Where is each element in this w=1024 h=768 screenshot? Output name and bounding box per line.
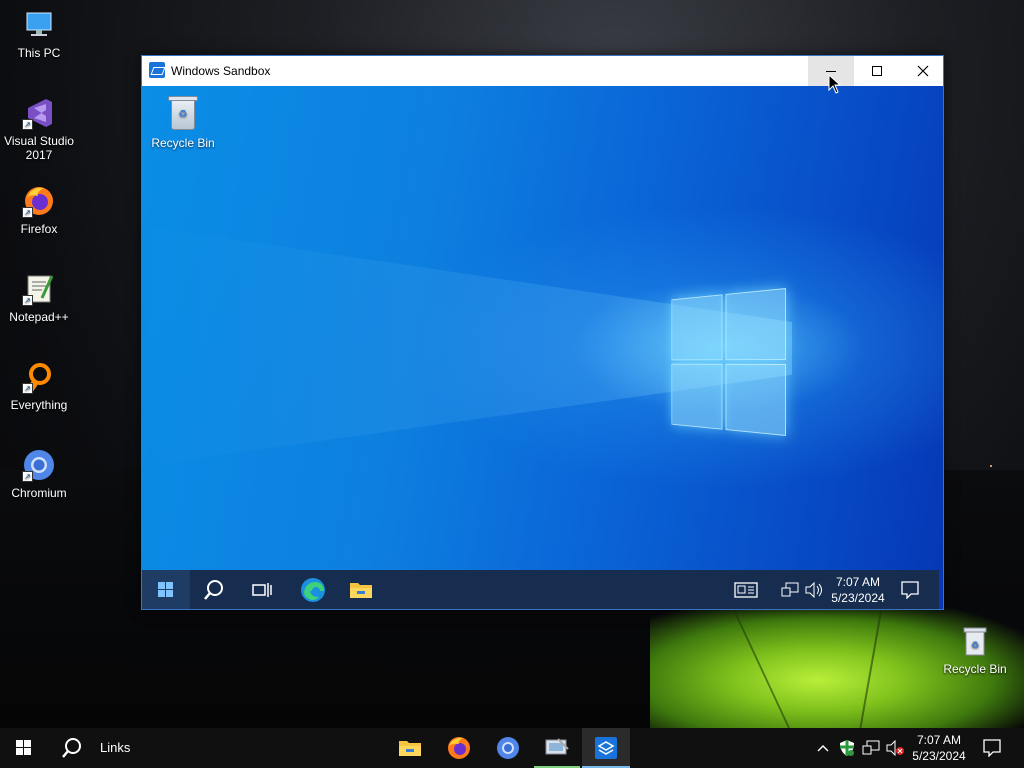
start-button[interactable] <box>0 728 48 768</box>
svg-text:♻: ♻ <box>971 641 979 651</box>
host-time: 7:07 AM <box>916 733 962 747</box>
network-tray-button[interactable] <box>860 728 882 768</box>
action-center-icon <box>901 581 919 599</box>
network-icon <box>862 740 880 755</box>
firefox-icon <box>448 737 470 759</box>
maximize-button[interactable] <box>854 56 900 86</box>
recycle-bin-icon: ♻ <box>168 94 198 130</box>
mouse-cursor-icon <box>828 74 842 94</box>
guest-time: 7:07 AM <box>835 575 881 589</box>
windows-logo-wallpaper <box>671 288 786 436</box>
desktop-icon-visual-studio[interactable]: ↗ Visual Studio 2017 <box>0 96 79 162</box>
file-explorer-icon <box>399 741 421 756</box>
windows-sandbox-icon <box>149 62 165 78</box>
chromium-icon: ↗ <box>22 448 56 482</box>
desktop-icon-firefox[interactable]: ↗ Firefox <box>0 184 79 236</box>
file-explorer-icon <box>350 583 372 598</box>
guest-network-button[interactable] <box>778 570 802 609</box>
taskbar-file-explorer[interactable] <box>386 728 434 768</box>
everything-icon: ↗ <box>22 360 56 394</box>
guest-search-button[interactable] <box>190 570 238 609</box>
host-clock[interactable]: 7:07 AM 5/23/2024 <box>906 732 972 764</box>
host-date: 5/23/2024 <box>912 749 966 763</box>
start-icon <box>158 582 174 598</box>
start-icon <box>16 740 32 756</box>
desktop-icon-label: Firefox <box>20 222 58 236</box>
desktop-icon-label: Everything <box>10 398 68 412</box>
defender-icon <box>840 740 854 756</box>
desktop-icon-label: Visual Studio 2017 <box>4 134 74 162</box>
desktop-icon-recycle-bin[interactable]: ♻ Recycle Bin <box>935 624 1015 676</box>
guest-volume-button[interactable] <box>802 570 826 609</box>
guest-file-explorer-button[interactable] <box>337 570 385 609</box>
chevron-up-icon <box>817 745 829 752</box>
taskbar-firefox[interactable] <box>435 728 483 768</box>
task-view-icon <box>252 583 272 597</box>
logo-pane <box>725 288 786 361</box>
taskbar-chromium[interactable] <box>484 728 532 768</box>
guest-taskbar: 7:07 AM 5/23/2024 <box>142 570 939 609</box>
edge-icon <box>301 578 325 602</box>
search-icon <box>62 738 81 758</box>
taskbar-remote-desktop[interactable] <box>534 728 580 768</box>
desktop-icon-notepad-plus-plus[interactable]: ↗ Notepad++ <box>0 272 79 324</box>
defender-tray-button[interactable] <box>836 728 858 768</box>
window-title: Windows Sandbox <box>171 64 271 78</box>
logo-pane <box>671 294 723 361</box>
chromium-icon <box>497 737 519 759</box>
minimize-icon <box>826 70 836 72</box>
show-hidden-icons-button[interactable] <box>812 728 834 768</box>
action-center-button[interactable] <box>974 728 1010 768</box>
network-icon <box>781 582 799 597</box>
links-toolbar[interactable]: Links <box>100 740 130 755</box>
search-icon <box>204 580 223 600</box>
close-icon <box>917 65 929 77</box>
guest-task-view-button[interactable] <box>238 570 286 609</box>
close-button[interactable] <box>900 56 946 86</box>
host-taskbar: Links 7:07 AM 5/23/2024 <box>0 728 1024 768</box>
search-button[interactable] <box>48 728 96 768</box>
guest-start-button[interactable] <box>142 570 190 609</box>
desktop-icon-label: This PC <box>17 46 61 60</box>
desktop-icon-label: Chromium <box>11 486 67 500</box>
desktop-icon-label: Notepad++ <box>9 310 69 324</box>
recycle-bin-icon: ♻ <box>958 624 992 658</box>
volume-icon <box>805 582 822 598</box>
window-titlebar[interactable]: Windows Sandbox <box>142 56 943 86</box>
volume-tray-button[interactable] <box>884 728 906 768</box>
notepad-plus-plus-icon: ↗ <box>22 272 56 306</box>
guest-action-center-button[interactable] <box>890 570 930 609</box>
visual-studio-icon: ↗ <box>22 96 56 130</box>
taskbar-windows-sandbox[interactable] <box>582 728 630 768</box>
guest-date: 5/23/2024 <box>831 591 885 605</box>
guest-edge-button[interactable] <box>289 570 337 609</box>
guest-desktop-icon-recycle-bin[interactable]: ♻ Recycle Bin <box>148 94 218 150</box>
sandbox-window[interactable]: Windows Sandbox ♻ Recycle Bin 7:07 AM 5/… <box>141 55 944 610</box>
guest-news-button[interactable] <box>724 570 768 609</box>
firefox-icon: ↗ <box>22 184 56 218</box>
remote-desktop-icon <box>545 738 569 755</box>
logo-pane <box>725 363 786 436</box>
action-center-icon <box>983 739 1001 757</box>
desktop-icon-everything[interactable]: ↗ Everything <box>0 360 79 412</box>
volume-muted-icon <box>886 740 904 756</box>
windows-sandbox-icon <box>595 737 617 759</box>
guest-desktop[interactable]: ♻ Recycle Bin 7:07 AM 5/23/2024 <box>142 86 943 609</box>
desktop-icon-label: Recycle Bin <box>151 136 215 150</box>
this-pc-icon <box>22 8 56 42</box>
logo-pane <box>671 363 723 430</box>
desktop-icon-label: Recycle Bin <box>943 662 1007 676</box>
desktop-icon-chromium[interactable]: ↗ Chromium <box>0 448 79 500</box>
wallpaper-star <box>990 465 992 467</box>
desktop-icon-this-pc[interactable]: This PC <box>0 8 79 60</box>
news-icon <box>734 582 758 598</box>
maximize-icon <box>872 66 882 76</box>
guest-clock[interactable]: 7:07 AM 5/23/2024 <box>828 574 888 606</box>
